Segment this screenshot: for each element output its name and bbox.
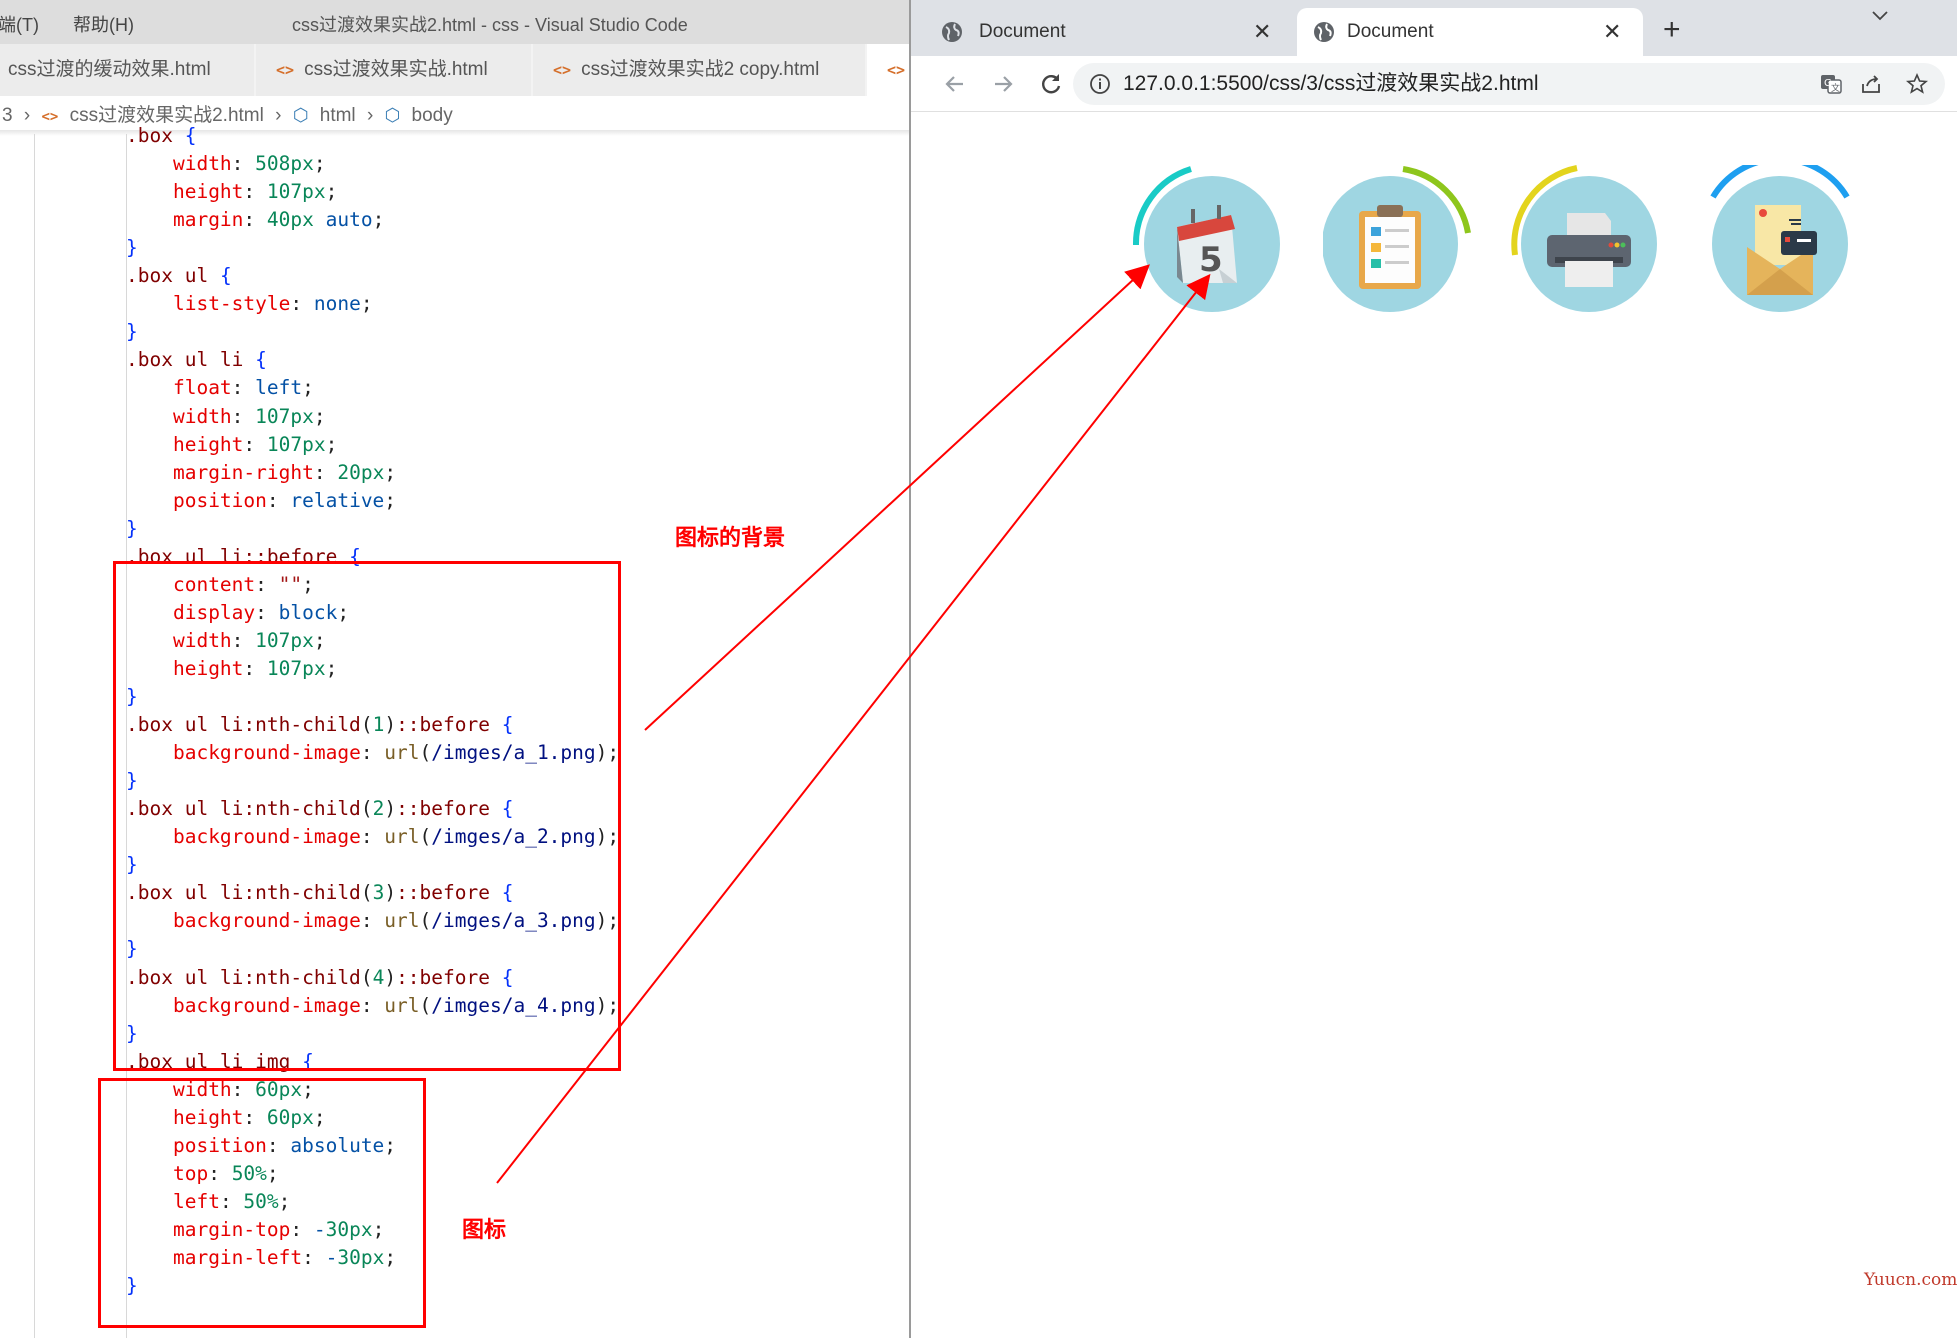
code-line: } <box>126 320 138 344</box>
editor-tab-practice2-copy[interactable]: <> css过渡效果实战2 copy.html <box>533 44 866 96</box>
browser-tab-1[interactable]: Document ✕ <box>911 8 1276 56</box>
code-line: width: 107px; <box>172 404 326 428</box>
cube-icon: ⬡ <box>292 105 309 125</box>
window-title: css过渡效果实战2.html - css - Visual Studio Co… <box>292 15 688 35</box>
globe-icon <box>942 22 962 42</box>
calendar-day: 5 <box>1199 240 1223 280</box>
code-line: width: 508px; <box>172 152 326 176</box>
code-line: .box ul li { <box>126 348 267 372</box>
html-file-icon: <> <box>41 109 59 125</box>
menu-terminal[interactable]: 终端(T) <box>0 11 39 37</box>
cube-icon: ⬡ <box>384 105 401 125</box>
close-icon[interactable]: ✕ <box>1253 8 1271 56</box>
editor-tab-label: css过渡效果实战2 copy.html <box>581 59 820 80</box>
annotation-box-before <box>113 561 621 1071</box>
browser-window: Document ✕ Document ✕ + 127.0.0.1:5500/c… <box>911 0 1957 1338</box>
code-line: list-style: none; <box>172 292 373 316</box>
mail-icon[interactable] <box>1701 165 1851 315</box>
annotation-box-img <box>98 1078 426 1328</box>
editor-tab-label: css过渡的缓动效果.html <box>8 59 211 80</box>
chevron-right-icon: › <box>275 105 282 126</box>
code-line: .box ul { <box>126 264 232 288</box>
browser-tab-title: Document <box>979 21 1066 42</box>
info-icon[interactable] <box>1089 73 1111 95</box>
code-line: margin-right: 20px; <box>172 460 397 484</box>
chevron-right-icon: › <box>23 105 31 126</box>
browser-tab-title: Document <box>1347 21 1434 42</box>
back-arrow-icon[interactable] <box>941 70 969 98</box>
annotation-icon-note: 图标 <box>462 1217 507 1242</box>
vscode-window: 终端(T) 帮助(H) css过渡效果实战2.html - css - Visu… <box>0 0 910 1338</box>
breadcrumb-body[interactable]: body <box>412 105 453 126</box>
close-icon[interactable]: ✕ <box>1603 8 1621 56</box>
code-line: float: left; <box>172 376 314 400</box>
translate-icon[interactable]: G文 <box>1819 72 1843 96</box>
star-icon[interactable] <box>1905 72 1929 96</box>
html-file-icon: <> <box>276 61 295 79</box>
indent-guide <box>34 134 35 1338</box>
chevron-right-icon: › <box>366 105 374 126</box>
code-line: height: 107px; <box>172 432 338 456</box>
breadcrumb-folder[interactable]: 3 <box>2 105 13 126</box>
editor-tab-label: css过渡效果实战.html <box>304 59 488 80</box>
code-line: } <box>126 516 138 540</box>
browser-toolbar: 127.0.0.1:5500/css/3/css过渡效果实战2.html G文 <box>911 56 1957 112</box>
browser-tabstrip: Document ✕ Document ✕ + <box>911 0 1957 56</box>
code-line: position: relative; <box>172 488 397 512</box>
html-file-icon: <> <box>887 61 906 79</box>
editor-tab-easing[interactable]: css过渡的缓动效果.html <box>0 44 255 96</box>
code-line: margin: 40px auto; <box>172 208 385 232</box>
annotation-background-note: 图标的背景 <box>675 525 786 550</box>
url-text: 127.0.0.1:5500/css/3/css过渡效果实战2.html <box>1123 72 1539 95</box>
svg-text:文: 文 <box>1831 82 1840 94</box>
calendar-icon[interactable]: 5 <box>1131 165 1281 315</box>
breadcrumb-html[interactable]: html <box>320 105 356 126</box>
reload-icon[interactable] <box>1037 70 1065 98</box>
share-icon[interactable] <box>1859 72 1883 96</box>
new-tab-button[interactable]: + <box>1663 10 1681 50</box>
watermark: Yuucn.com <box>1864 1270 1957 1290</box>
editor-tab-practice[interactable]: <> css过渡效果实战.html <box>256 44 532 96</box>
editor-tabbar: css过渡的缓动效果.html <> css过渡效果实战.html <> css过渡… <box>0 44 910 96</box>
chevron-down-icon[interactable] <box>1869 4 1891 26</box>
address-bar[interactable]: 127.0.0.1:5500/css/3/css过渡效果实战2.html G文 <box>1073 63 1945 105</box>
html-file-icon: <> <box>553 61 572 79</box>
editor-tab-active[interactable]: <> <box>867 44 910 96</box>
code-line: .box { <box>126 124 197 147</box>
code-line: } <box>126 236 138 260</box>
clipboard-icon[interactable] <box>1323 165 1473 315</box>
globe-icon <box>1314 22 1334 42</box>
forward-arrow-icon[interactable] <box>989 70 1017 98</box>
page-content: 5 <box>911 113 1957 1338</box>
printer-icon[interactable] <box>1511 165 1661 315</box>
vscode-titlebar: 终端(T) 帮助(H) css过渡效果实战2.html - css - Visu… <box>0 0 910 44</box>
menu-help[interactable]: 帮助(H) <box>73 11 134 37</box>
browser-tab-2[interactable]: Document ✕ <box>1297 8 1643 56</box>
code-line: height: 107px; <box>172 180 338 204</box>
